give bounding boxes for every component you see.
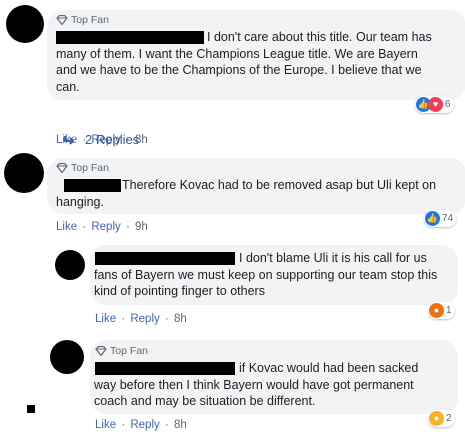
reply-link[interactable]: Reply — [91, 221, 120, 233]
reaction-summary[interactable]: ● 2 — [428, 410, 455, 427]
reply-text-line: I don't blame Uli it is his call for us — [239, 251, 427, 265]
timestamp[interactable]: 9h — [135, 221, 148, 233]
like-link[interactable]: Like — [95, 419, 116, 431]
separator-dot: · — [82, 221, 87, 233]
reaction-count: 74 — [442, 213, 454, 224]
reply-actions: Like · Reply · 8h — [95, 313, 187, 325]
commenter-avatar[interactable] — [4, 153, 44, 193]
separator-dot: · — [125, 221, 130, 233]
like-link[interactable]: Like — [95, 313, 116, 325]
top-fan-badge: Top Fan — [95, 345, 148, 357]
reaction-count: 6 — [445, 99, 451, 110]
comment-text-line: I don't care about this title. Our team … — [207, 30, 432, 44]
haha-reaction-icon: ● — [429, 411, 444, 426]
comment-text-line: many of them. I want the Champions Leagu… — [56, 46, 418, 61]
reply-text-line: coach and may be situation be different. — [94, 394, 316, 408]
diamond-top-fan-icon — [95, 346, 107, 356]
reaction-summary[interactable]: 👍 ♥ 6 — [415, 96, 454, 113]
comment-text-line: and we have to be the Champions of the E… — [56, 63, 422, 77]
replies-count-label[interactable]: 2 Replies — [85, 132, 139, 147]
commenter-avatar[interactable] — [6, 5, 44, 43]
comment-actions: Like · Reply · 9h — [56, 221, 148, 233]
comment-text: Therefore Kovac had to be removed asap b… — [56, 177, 461, 210]
timestamp[interactable]: 8h — [174, 313, 187, 325]
view-replies-link[interactable]: 2 Replies — [63, 132, 139, 147]
redaction-mark — [27, 405, 35, 413]
reply-text: I don't blame Uli it is his call for us … — [94, 250, 456, 300]
reply-link[interactable]: Reply — [130, 419, 159, 431]
comment-text-line: can. — [56, 79, 80, 94]
reaction-summary[interactable]: ● 1 — [428, 302, 455, 319]
diamond-top-fan-icon — [56, 163, 68, 173]
angry-reaction-icon: ● — [429, 303, 444, 318]
separator-dot: · — [164, 419, 169, 431]
love-reaction-icon: ♥ — [428, 97, 443, 112]
reply-link[interactable]: Reply — [130, 313, 159, 325]
comment-text: I don't care about this title. Our team … — [56, 29, 461, 95]
replier-avatar[interactable] — [55, 250, 85, 280]
diamond-top-fan-icon — [56, 15, 68, 25]
reaction-count: 1 — [446, 305, 452, 316]
timestamp[interactable]: 8h — [174, 419, 187, 431]
top-fan-label: Top Fan — [71, 14, 109, 26]
top-fan-label: Top Fan — [110, 345, 148, 357]
top-fan-label: Top Fan — [71, 162, 109, 174]
separator-dot: · — [121, 313, 126, 325]
separator-dot: · — [121, 419, 126, 431]
like-reaction-icon: 👍 — [425, 211, 440, 226]
reply-arrow-icon — [64, 135, 75, 145]
comment-text-line: hanging. — [56, 194, 104, 209]
replier-avatar[interactable] — [50, 340, 84, 374]
reaction-summary[interactable]: 👍 74 — [424, 210, 457, 227]
top-fan-badge: Top Fan — [56, 162, 109, 174]
reply-text-line: kind of pointing finger to others — [94, 284, 265, 298]
separator-dot: · — [164, 313, 169, 325]
reply-text-line: way before then I think Bayern would hav… — [94, 377, 414, 392]
reply-text: if Kovac would had been sacked way befor… — [94, 360, 456, 410]
reaction-count: 2 — [446, 413, 452, 424]
comment-text-line: Therefore Kovac had to be removed asap b… — [122, 178, 437, 192]
reply-text-line: if Kovac would had been sacked — [239, 361, 419, 375]
reply-actions: Like · Reply · 8h — [95, 419, 187, 431]
like-link[interactable]: Like — [56, 221, 77, 233]
reply-text-line: fans of Bayern we must keep on supportin… — [94, 267, 438, 282]
top-fan-badge: Top Fan — [56, 14, 109, 26]
